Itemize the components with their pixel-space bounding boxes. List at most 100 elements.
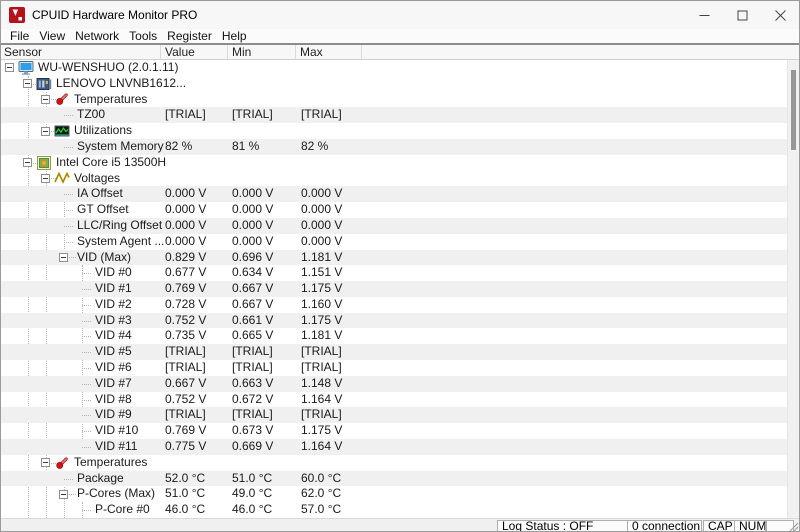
sensor-min: 51.0 °C bbox=[232, 470, 273, 485]
sensor-min: [TRIAL] bbox=[232, 344, 273, 359]
minus-glyph bbox=[43, 130, 48, 132]
tree-row[interactable]: Temperatures bbox=[1, 92, 789, 108]
close-button[interactable] bbox=[761, 1, 799, 29]
expand-collapse-toggle[interactable] bbox=[23, 79, 32, 89]
expand-collapse-toggle[interactable] bbox=[23, 158, 32, 168]
menu-register[interactable]: Register bbox=[162, 29, 217, 43]
tree-row[interactable]: IA Offset 0.000 V 0.000 V 0.000 V bbox=[1, 186, 789, 203]
tree-row[interactable]: VID #1 0.769 V 0.667 V 1.175 V bbox=[1, 281, 789, 297]
tree-row[interactable]: TZ00 [TRIAL] [TRIAL] [TRIAL] bbox=[1, 107, 789, 124]
tree-row[interactable]: LLC/Ring Offset 0.000 V 0.000 V 0.000 V bbox=[1, 217, 789, 234]
minimize-button[interactable] bbox=[685, 1, 723, 29]
expand-collapse-toggle[interactable] bbox=[59, 252, 68, 262]
minus-glyph bbox=[25, 83, 30, 85]
sensor-min: 0.696 V bbox=[232, 249, 274, 264]
sensor-label: VID #1 bbox=[95, 281, 132, 296]
sensor-min: 0.672 V bbox=[232, 391, 274, 406]
sensor-label: VID #7 bbox=[95, 375, 132, 390]
sensor-label: GT Offset bbox=[77, 202, 129, 217]
column-header-max[interactable]: Max bbox=[296, 45, 362, 59]
maximize-button[interactable] bbox=[723, 1, 761, 29]
title-bar[interactable]: CPUID Hardware Monitor PRO bbox=[1, 1, 799, 29]
tree-row[interactable]: System Agent ... 0.000 V 0.000 V 0.000 V bbox=[1, 234, 789, 250]
sensor-label: VID #10 bbox=[95, 423, 139, 438]
tree-row[interactable]: VID #9 [TRIAL] [TRIAL] [TRIAL] bbox=[1, 407, 789, 424]
resize-grip[interactable] bbox=[786, 519, 799, 531]
sensor-value: 0.000 V bbox=[165, 233, 207, 248]
log-status-pane: Log Status : OFF bbox=[497, 520, 628, 531]
tree-connector-dash bbox=[81, 415, 91, 417]
expand-collapse-toggle[interactable] bbox=[41, 173, 50, 183]
sensor-value: 82 % bbox=[165, 138, 193, 153]
tree-row[interactable]: Package 52.0 °C 51.0 °C 60.0 °C bbox=[1, 470, 789, 487]
sensor-value: 0.667 V bbox=[165, 375, 207, 390]
tree-row[interactable]: VID #7 0.667 V 0.663 V 1.148 V bbox=[1, 375, 789, 392]
tree-row[interactable]: GT Offset 0.000 V 0.000 V 0.000 V bbox=[1, 202, 789, 218]
column-header-sensor[interactable]: Sensor bbox=[1, 45, 161, 59]
tree-row[interactable]: VID #8 0.752 V 0.672 V 1.164 V bbox=[1, 392, 789, 408]
tree-connector-dash bbox=[81, 510, 91, 512]
sensor-max: 0.000 V bbox=[301, 202, 343, 217]
expand-collapse-toggle[interactable] bbox=[41, 126, 50, 136]
sensor-label: VID #3 bbox=[95, 312, 132, 327]
sensor-label: LENOVO LNVNB1612... bbox=[56, 75, 187, 90]
sensor-min: 0.669 V bbox=[232, 439, 274, 454]
tree-row[interactable]: VID #4 0.735 V 0.665 V 1.181 V bbox=[1, 328, 789, 344]
scrollbar-thumb[interactable] bbox=[791, 70, 796, 150]
sensor-max: 1.151 V bbox=[301, 265, 343, 280]
sensor-max: 1.175 V bbox=[301, 423, 343, 438]
column-header-min[interactable]: Min bbox=[228, 45, 296, 59]
menu-help[interactable]: Help bbox=[217, 29, 252, 43]
sensor-value: 51.0 °C bbox=[165, 486, 206, 501]
tree-row[interactable]: VID #5 [TRIAL] [TRIAL] [TRIAL] bbox=[1, 344, 789, 361]
tree-row[interactable]: Temperatures bbox=[1, 455, 789, 471]
sensor-max: 0.000 V bbox=[301, 233, 343, 248]
minus-glyph bbox=[25, 162, 30, 164]
tree-row[interactable]: VID #6 [TRIAL] [TRIAL] [TRIAL] bbox=[1, 360, 789, 376]
minus-glyph bbox=[61, 493, 66, 495]
column-header-value[interactable]: Value bbox=[161, 45, 228, 59]
sensor-label: VID #4 bbox=[95, 328, 132, 343]
sensor-max: 1.175 V bbox=[301, 312, 343, 327]
menu-network[interactable]: Network bbox=[70, 29, 124, 43]
motherboard-icon bbox=[36, 76, 52, 92]
expand-collapse-toggle[interactable] bbox=[41, 458, 50, 468]
sensor-min: 0.665 V bbox=[232, 328, 274, 343]
tree-row[interactable]: VID #0 0.677 V 0.634 V 1.151 V bbox=[1, 265, 789, 281]
tree-row[interactable]: VID (Max) 0.829 V 0.696 V 1.181 V bbox=[1, 249, 789, 266]
status-bar: Log Status : OFF 0 connection CAP NUM bbox=[1, 518, 799, 531]
tree-row[interactable]: VID #11 0.775 V 0.669 V 1.164 V bbox=[1, 439, 789, 455]
sensor-value: 0.728 V bbox=[165, 296, 207, 311]
tree-row[interactable]: Voltages bbox=[1, 171, 789, 187]
tree-row[interactable]: VID #2 0.728 V 0.667 V 1.160 V bbox=[1, 297, 789, 313]
menu-view[interactable]: View bbox=[34, 29, 70, 43]
tree-row[interactable]: LENOVO LNVNB1612... bbox=[1, 76, 789, 92]
tree-row[interactable]: P-Core #0 46.0 °C 46.0 °C 57.0 °C bbox=[1, 502, 789, 518]
minus-glyph bbox=[7, 67, 12, 69]
expand-collapse-toggle[interactable] bbox=[59, 489, 68, 499]
tree-row[interactable]: VID #10 0.769 V 0.673 V 1.175 V bbox=[1, 423, 789, 439]
sensor-label: LLC/Ring Offset bbox=[77, 217, 163, 232]
sensor-max: 1.164 V bbox=[301, 439, 343, 454]
sensor-label: VID #6 bbox=[95, 360, 132, 375]
vertical-scrollbar[interactable] bbox=[787, 60, 799, 518]
tree-row[interactable]: Utilizations bbox=[1, 123, 789, 139]
tree-row[interactable]: Intel Core i5 13500H bbox=[1, 155, 789, 171]
sensor-max: 1.148 V bbox=[301, 375, 343, 390]
tree-row[interactable]: P-Cores (Max) 51.0 °C 49.0 °C 62.0 °C bbox=[1, 486, 789, 502]
tree-row[interactable]: WU-WENSHUO (2.0.1.11) bbox=[1, 60, 789, 76]
expand-collapse-toggle[interactable] bbox=[41, 94, 50, 104]
tree-row[interactable]: VID #3 0.752 V 0.661 V 1.175 V bbox=[1, 312, 789, 329]
sensor-value: 46.0 °C bbox=[165, 502, 206, 517]
tree-row[interactable]: System Memory 82 % 81 % 82 % bbox=[1, 138, 789, 155]
menu-file[interactable]: File bbox=[5, 29, 34, 43]
menu-tools[interactable]: Tools bbox=[124, 29, 162, 43]
tree-connector-dash bbox=[81, 383, 91, 385]
expand-collapse-toggle[interactable] bbox=[5, 63, 14, 73]
monitor-icon bbox=[18, 60, 34, 76]
minus-glyph bbox=[61, 256, 66, 258]
sensor-max: 1.164 V bbox=[301, 391, 343, 406]
column-header-filler[interactable] bbox=[362, 45, 799, 59]
sensor-max: [TRIAL] bbox=[301, 107, 342, 122]
sensor-label: VID (Max) bbox=[77, 249, 131, 264]
